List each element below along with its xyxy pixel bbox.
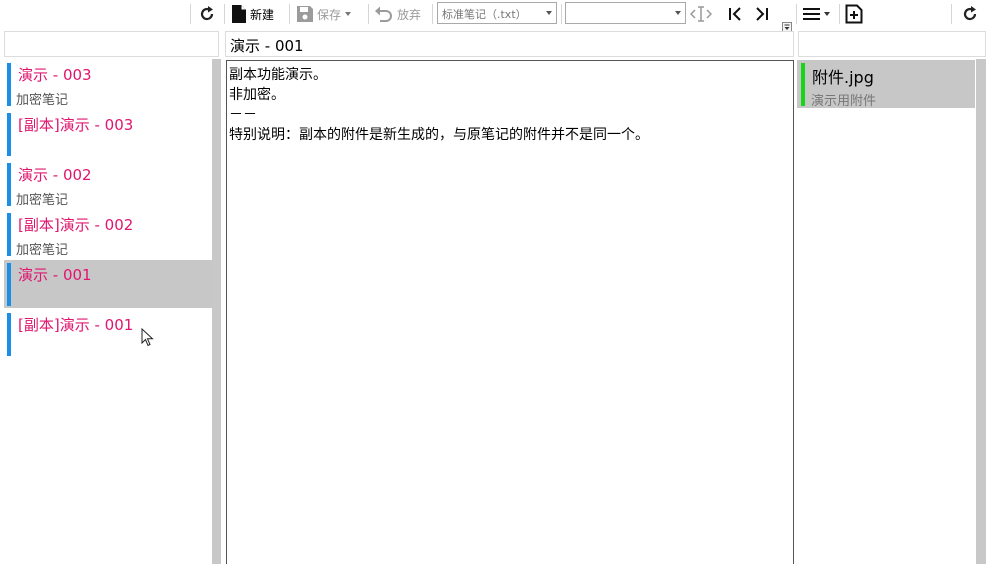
note-title: 演示 - 001 — [18, 266, 92, 284]
add-attachment-button[interactable] — [845, 3, 863, 25]
last-page-button[interactable] — [754, 3, 770, 25]
discard-label: 放弃 — [397, 7, 422, 22]
note-subtitle: 加密笔记 — [16, 243, 69, 258]
discard-button[interactable]: 放弃 — [374, 3, 421, 25]
undo-icon — [375, 6, 392, 22]
note-title: 演示 - 002 — [18, 166, 92, 184]
mouse-pointer-icon — [141, 328, 154, 347]
note-color-bar — [7, 63, 11, 106]
note-list-item[interactable]: [副本]演示 - 001 — [4, 310, 212, 358]
attachment-menu-button[interactable] — [802, 3, 830, 25]
editor-line: 非加密。 — [229, 87, 285, 103]
note-color-bar — [7, 313, 11, 356]
new-note-button[interactable]: 新建 — [231, 3, 274, 25]
note-title: 演示 - 003 — [18, 66, 92, 84]
attachment-name: 附件.jpg — [812, 68, 874, 87]
toolbar-separator — [368, 4, 369, 24]
text-cursor-icon — [690, 6, 712, 22]
note-title: [副本]演示 - 003 — [18, 116, 134, 134]
menu-icon — [803, 8, 820, 20]
chevron-down-icon[interactable] — [345, 12, 352, 16]
save-button[interactable]: 保存 — [296, 3, 352, 25]
attachment-description: 演示用附件 — [811, 94, 877, 109]
chevron-down-icon — [824, 12, 830, 16]
toolbar-separator — [432, 4, 433, 24]
note-color-bar — [7, 263, 11, 306]
note-list-item-selected[interactable]: 演示 - 001 — [4, 260, 212, 308]
editor-line: －－ — [229, 107, 257, 123]
toolbar-separator — [190, 4, 191, 24]
save-icon — [297, 6, 313, 22]
toolbar-separator — [289, 4, 290, 24]
note-editor[interactable]: 副本功能演示。 非加密。 －－ 特别说明：副本的附件是新生成的，与原笔记的附件并… — [226, 60, 794, 564]
toolbar-separator — [561, 4, 562, 24]
note-search-input[interactable] — [4, 31, 219, 57]
text-cursor-button[interactable] — [690, 3, 712, 25]
note-list-item[interactable]: [副本]演示 - 003 — [4, 110, 212, 158]
refresh-icon — [200, 6, 214, 21]
toolbar-separator — [224, 4, 225, 24]
chevron-down-icon — [546, 11, 552, 15]
note-color-bar — [7, 163, 11, 206]
note-color-bar — [7, 213, 11, 256]
note-title-input[interactable]: 演示 - 001 — [225, 31, 794, 57]
save-label: 保存 — [317, 7, 342, 22]
attachment-search-input[interactable] — [798, 31, 986, 57]
toolbar-separator — [951, 4, 952, 24]
note-list-item[interactable]: 演示 - 002 加密笔记 — [4, 160, 212, 208]
editor-line: 特别说明：副本的附件是新生成的，与原笔记的附件并不是同一个。 — [229, 127, 649, 143]
refresh-notes-button[interactable] — [197, 3, 217, 25]
add-file-icon — [845, 4, 863, 24]
refresh-icon — [963, 6, 977, 21]
attachment-color-bar — [801, 63, 805, 106]
skip-first-icon — [729, 7, 741, 21]
note-color-bar — [7, 113, 11, 156]
skip-last-icon — [756, 7, 768, 21]
toolbar-separator — [796, 4, 797, 24]
note-list-scrollbar[interactable] — [212, 59, 221, 564]
first-page-button[interactable] — [727, 3, 743, 25]
secondary-select[interactable] — [565, 2, 686, 24]
editor-line: 副本功能演示。 — [229, 67, 327, 83]
note-title: [副本]演示 - 002 — [18, 216, 134, 234]
note-format-value: 标准笔记（.txt） — [442, 8, 527, 21]
note-subtitle: 加密笔记 — [16, 93, 69, 108]
attachment-list-scrollbar[interactable] — [976, 59, 986, 564]
note-title: [副本]演示 - 001 — [18, 316, 134, 334]
note-subtitle: 加密笔记 — [16, 193, 69, 208]
note-title-value: 演示 - 001 — [230, 37, 304, 55]
attachment-list-item[interactable]: 附件.jpg 演示用附件 — [797, 60, 975, 109]
toolbar-separator — [839, 4, 840, 24]
chevron-down-icon — [675, 11, 681, 15]
note-list: 演示 - 003 加密笔记 [副本]演示 - 003 演示 - 002 加密笔记… — [4, 59, 212, 564]
note-list-item[interactable]: 演示 - 003 加密笔记 — [4, 60, 212, 108]
note-format-select[interactable]: 标准笔记（.txt） — [437, 2, 557, 24]
new-file-icon — [232, 5, 246, 23]
toolbar: 新建 保存 放弃 标准笔记（.txt） — [0, 0, 990, 32]
refresh-attachments-button[interactable] — [960, 3, 980, 25]
new-note-label: 新建 — [250, 7, 275, 22]
note-list-item[interactable]: [副本]演示 - 002 加密笔记 — [4, 210, 212, 258]
attachment-list: 附件.jpg 演示用附件 — [797, 59, 975, 564]
